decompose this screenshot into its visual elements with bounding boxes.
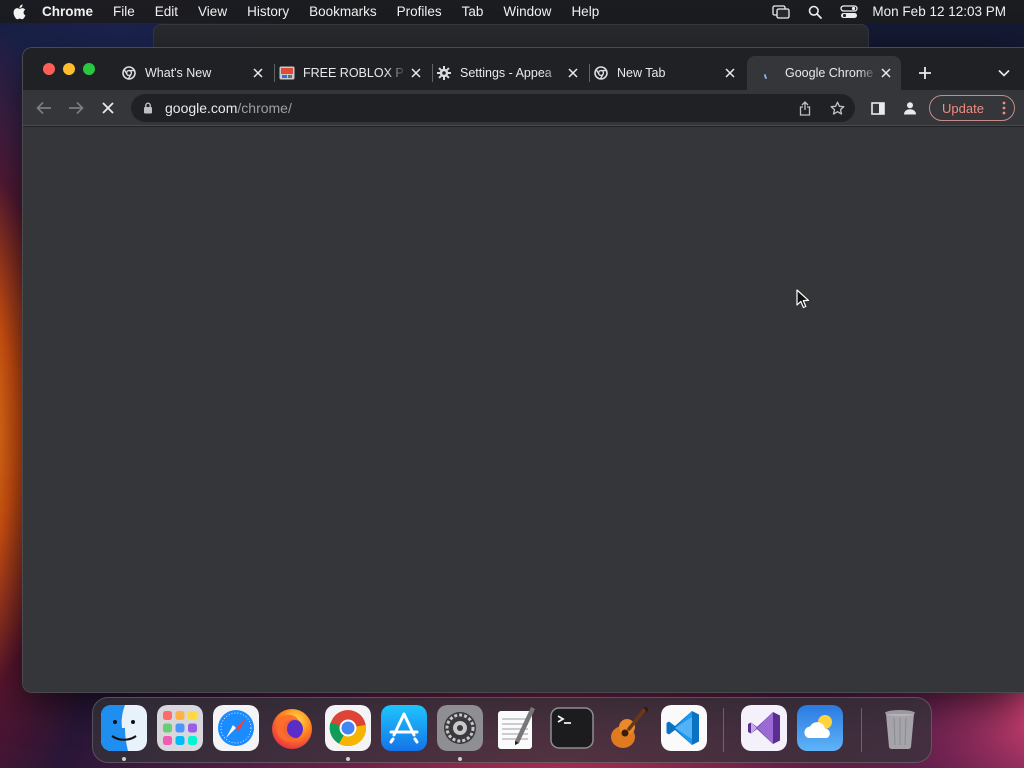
control-center-icon[interactable]: [832, 0, 866, 23]
profile-avatar-icon[interactable]: [897, 95, 923, 121]
tab-close-icon[interactable]: [249, 64, 267, 82]
dock: [92, 697, 932, 763]
side-panel-icon[interactable]: [865, 95, 891, 121]
system-settings-icon[interactable]: [437, 705, 483, 751]
share-icon[interactable]: [793, 96, 817, 120]
window-controls: [43, 63, 95, 75]
menu-history[interactable]: History: [237, 0, 299, 23]
tab-close-icon[interactable]: [564, 64, 582, 82]
vscode-icon[interactable]: [661, 705, 707, 751]
menu-app-chrome[interactable]: Chrome: [38, 0, 103, 23]
running-indicator: [458, 757, 462, 761]
running-indicator: [122, 757, 126, 761]
menu-profiles[interactable]: Profiles: [387, 0, 452, 23]
url-host: google.com: [165, 100, 238, 116]
trash-icon[interactable]: [877, 705, 923, 751]
loading-spinner-icon: [761, 65, 777, 81]
update-label: Update: [942, 100, 984, 116]
spotlight-search-icon[interactable]: [798, 0, 832, 23]
forward-button[interactable]: [63, 95, 89, 121]
update-button[interactable]: Update: [929, 95, 1015, 121]
app-store-icon[interactable]: [381, 705, 427, 751]
more-options-icon[interactable]: [1002, 101, 1006, 115]
menu-bar-clock[interactable]: Mon Feb 12 12:03 PM: [866, 4, 1006, 19]
back-button[interactable]: [31, 95, 57, 121]
tab-close-icon[interactable]: [721, 64, 739, 82]
textedit-icon[interactable]: [493, 705, 539, 751]
tab-search-chevron-icon[interactable]: [992, 61, 1016, 85]
dock-separator: [861, 708, 862, 752]
menu-view[interactable]: View: [188, 0, 237, 23]
chrome-icon: [121, 65, 137, 81]
tab-settings-appearance[interactable]: Settings - Appea: [436, 56, 582, 90]
new-tab-button[interactable]: [913, 61, 937, 85]
visual-studio-icon[interactable]: [741, 705, 787, 751]
dock-separator: [723, 708, 724, 752]
terminal-icon[interactable]: [549, 705, 595, 751]
tab-title: New Tab: [617, 66, 666, 80]
tab-title: FREE ROBLOX P: [303, 66, 404, 80]
lock-icon[interactable]: [143, 102, 157, 114]
stop-loading-button[interactable]: [95, 95, 121, 121]
tab-close-icon[interactable]: [407, 64, 425, 82]
menu-tab[interactable]: Tab: [452, 0, 494, 23]
menu-bookmarks[interactable]: Bookmarks: [299, 0, 387, 23]
url-path: /chrome/: [237, 100, 292, 116]
safari-icon[interactable]: [213, 705, 259, 751]
mouse-cursor-icon: [796, 289, 810, 309]
tab-whats-new[interactable]: What's New: [121, 56, 267, 90]
roblox-page-icon: [279, 65, 295, 81]
settings-gear-icon: [436, 65, 452, 81]
page-content-area[interactable]: [23, 127, 1024, 692]
menu-file[interactable]: File: [103, 0, 145, 23]
tab-close-icon[interactable]: [877, 64, 895, 82]
garageband-icon[interactable]: [605, 705, 651, 751]
window-zoom-button[interactable]: [83, 63, 95, 75]
address-bar[interactable]: google.com/chrome/: [131, 94, 855, 122]
running-indicator: [346, 757, 350, 761]
address-url[interactable]: google.com/chrome/: [165, 100, 292, 116]
finder-icon[interactable]: [101, 705, 147, 751]
menu-bar: Chrome File Edit View History Bookmarks …: [0, 0, 1024, 23]
window-close-button[interactable]: [43, 63, 55, 75]
chrome-icon: [593, 65, 609, 81]
tab-separator: [589, 64, 590, 82]
browser-toolbar: google.com/chrome/ Update: [23, 90, 1024, 126]
menu-help[interactable]: Help: [561, 0, 609, 23]
tab-google-chrome[interactable]: Google Chrome: [747, 56, 901, 90]
tab-strip: What's New FREE ROBLOX P Settings - Appe…: [23, 48, 1024, 90]
tab-separator: [274, 64, 275, 82]
chrome-window: What's New FREE ROBLOX P Settings - Appe…: [22, 47, 1024, 693]
tab-title: What's New: [145, 66, 212, 80]
apple-menu-icon[interactable]: [0, 0, 38, 23]
launchpad-icon[interactable]: [157, 705, 203, 751]
tab-title: Settings - Appea: [460, 66, 552, 80]
screen-mirroring-icon[interactable]: [764, 0, 798, 23]
firefox-icon[interactable]: [269, 705, 315, 751]
tab-new-tab[interactable]: New Tab: [593, 56, 739, 90]
weather-icon[interactable]: [797, 705, 843, 751]
menu-edit[interactable]: Edit: [145, 0, 188, 23]
bookmark-star-icon[interactable]: [825, 96, 849, 120]
tab-separator: [432, 64, 433, 82]
window-minimize-button[interactable]: [63, 63, 75, 75]
tab-free-roblox[interactable]: FREE ROBLOX P: [279, 56, 425, 90]
menu-window[interactable]: Window: [493, 0, 561, 23]
chrome-icon[interactable]: [325, 705, 371, 751]
tab-title: Google Chrome: [785, 66, 874, 80]
